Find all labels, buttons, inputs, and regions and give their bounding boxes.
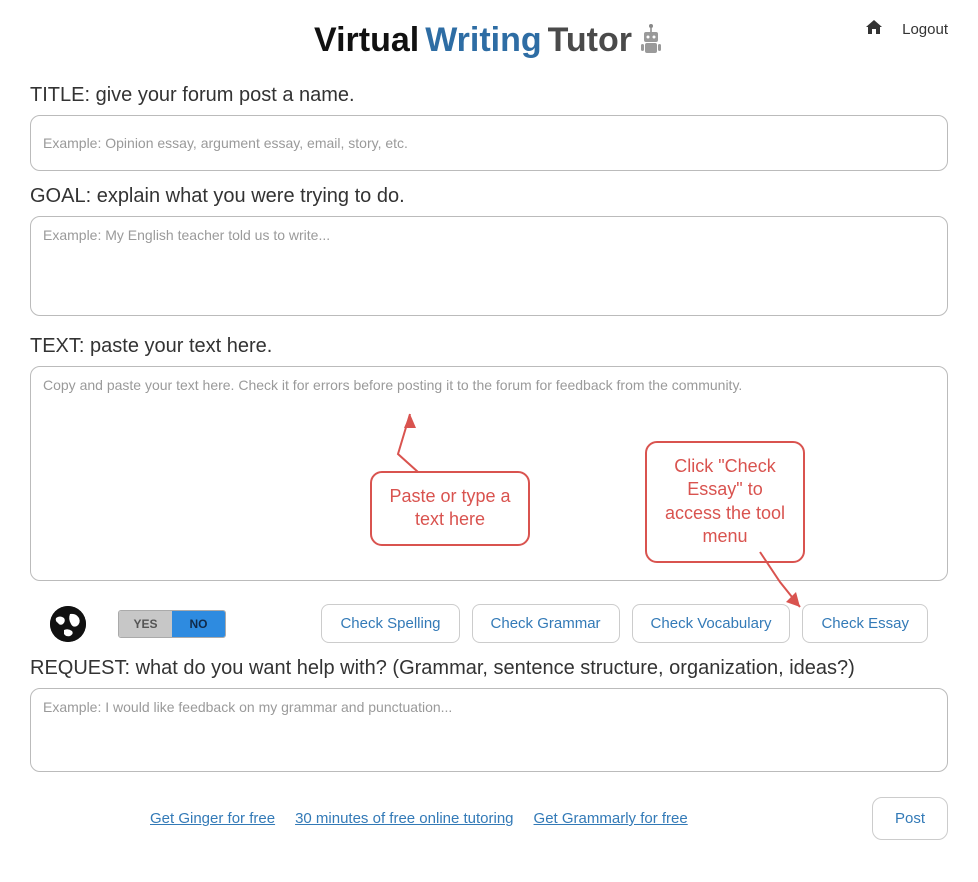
robot-icon [638, 23, 664, 57]
post-button[interactable]: Post [872, 797, 948, 840]
check-grammar-button[interactable]: Check Grammar [472, 604, 620, 643]
yes-no-toggle[interactable]: YES NO [118, 610, 226, 638]
goal-label: GOAL: explain what you were trying to do… [30, 185, 948, 208]
check-essay-button[interactable]: Check Essay [802, 604, 928, 643]
nav-right: Logout [866, 20, 948, 38]
logo-word-2: Writing [425, 23, 541, 57]
request-input[interactable] [30, 688, 948, 772]
site-logo[interactable]: Virtual Writing Tutor [314, 23, 664, 57]
toggle-no[interactable]: NO [172, 611, 225, 637]
title-label: TITLE: give your forum post a name. [30, 84, 948, 107]
check-spelling-button[interactable]: Check Spelling [321, 604, 459, 643]
callout-tail-icon [390, 414, 420, 474]
logo-word-3: Tutor [548, 23, 632, 57]
callout-tail-icon [750, 552, 780, 612]
home-icon[interactable] [866, 20, 882, 38]
logout-link[interactable]: Logout [902, 21, 948, 38]
globe-icon[interactable] [50, 606, 86, 642]
title-input[interactable] [30, 115, 948, 171]
callout-check-essay: Click "Check Essay" to access the tool m… [645, 441, 805, 563]
link-tutoring[interactable]: 30 minutes of free online tutoring [295, 810, 513, 827]
text-label: TEXT: paste your text here. [30, 335, 948, 358]
link-ginger[interactable]: Get Ginger for free [150, 810, 275, 827]
toolbar: YES NO Check Spelling Check Grammar Chec… [30, 604, 948, 643]
toggle-yes[interactable]: YES [119, 611, 172, 637]
goal-input[interactable] [30, 216, 948, 316]
link-grammarly[interactable]: Get Grammarly for free [534, 810, 688, 827]
callout-paste-text: Paste or type a text here [370, 471, 530, 546]
header: Virtual Writing Tutor Logout [30, 10, 948, 70]
logo-word-1: Virtual [314, 23, 419, 57]
request-label: REQUEST: what do you want help with? (Gr… [30, 657, 948, 680]
footer: Get Ginger for free 30 minutes of free o… [30, 797, 948, 840]
